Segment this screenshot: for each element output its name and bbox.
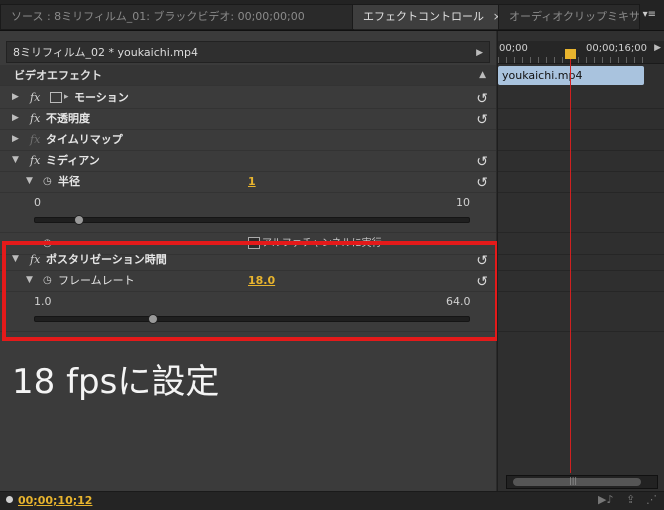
- framerate-label: フレームレート: [58, 274, 135, 287]
- ruler-start-time: 00;00: [499, 43, 528, 54]
- effect-row-median[interactable]: ▼ fx ミディアン ↺: [0, 150, 496, 172]
- video-effects-header: ビデオエフェクト ▲: [0, 65, 496, 86]
- radius-min: 0: [34, 196, 41, 209]
- reset-icon[interactable]: ↺: [476, 89, 488, 110]
- disclosure-down-icon[interactable]: ▼: [12, 249, 19, 270]
- tab-source[interactable]: ソース : 8ミリフィルム_01: ブラックビデオ: 00;00;00;00: [0, 4, 354, 30]
- fx-icon: fx: [30, 133, 41, 146]
- effect-row-posterize-time[interactable]: ▼ fx ポスタリゼーション時間 ↺: [0, 249, 496, 271]
- disclosure-right-icon[interactable]: ▶: [12, 129, 19, 150]
- effect-row-time-remap[interactable]: ▶ fx タイムリマップ: [0, 129, 496, 151]
- effect-controls-panel: 8ミリフィルム_02 * youkaichi.mp4 ▶ ビデオエフェクト ▲ …: [0, 31, 496, 491]
- annotation-caption: 18 fpsに設定: [12, 362, 220, 402]
- timeline-row: [498, 291, 664, 332]
- disclosure-down-icon[interactable]: ▼: [26, 171, 33, 192]
- timeline-row: [498, 87, 664, 109]
- export-icon[interactable]: ⇪: [626, 493, 635, 506]
- fx-icon[interactable]: fx: [30, 150, 40, 171]
- timeline-row: [498, 249, 664, 271]
- framerate-value[interactable]: 18.0: [248, 270, 275, 291]
- timeline-row: [498, 150, 664, 172]
- playhead-handle[interactable]: [565, 49, 576, 59]
- framerate-min: 1.0: [34, 295, 52, 308]
- transform-box-icon[interactable]: [50, 92, 62, 103]
- timeline-row: [498, 270, 664, 292]
- current-timecode[interactable]: 00;00;10;12: [18, 494, 92, 507]
- reset-icon[interactable]: ↺: [476, 110, 488, 131]
- panel-menu-icon[interactable]: ▾≡: [643, 9, 656, 20]
- framerate-slider-row: 1.0 64.0: [0, 291, 496, 332]
- playhead-indicator-icon: [6, 496, 13, 503]
- tab-effect-controls-label: エフェクトコントロール: [363, 10, 484, 23]
- collapse-arrow-icon[interactable]: ▲: [479, 65, 486, 86]
- opacity-label: 不透明度: [46, 112, 90, 125]
- framerate-slider[interactable]: [34, 314, 470, 324]
- status-bar: 00;00;10;12 ▶♪ ⇪ ⋰: [0, 491, 664, 510]
- radius-slider-thumb[interactable]: [74, 215, 85, 225]
- resize-grip-icon[interactable]: ⋰: [646, 493, 657, 506]
- disclosure-down-icon[interactable]: ▼: [26, 270, 33, 291]
- timeline-row: [498, 171, 664, 193]
- reset-icon[interactable]: ↺: [476, 251, 488, 272]
- time-ruler[interactable]: 00;00 00;00;16;00 ▶: [498, 41, 664, 64]
- framerate-param-row: ▼ ◷ フレームレート 18.0 ↺: [0, 270, 496, 292]
- stopwatch-icon[interactable]: ◷: [43, 171, 52, 192]
- median-label: ミディアン: [46, 154, 100, 167]
- framerate-slider-thumb[interactable]: [148, 314, 159, 324]
- fx-icon[interactable]: fx: [30, 87, 40, 108]
- ruler-end-time: 00;00;16;00: [585, 43, 647, 54]
- reset-icon[interactable]: ↺: [476, 152, 488, 173]
- clip-title-bar: 8ミリフィルム_02 * youkaichi.mp4 ▶: [6, 41, 490, 63]
- expand-arrow-icon[interactable]: ▶: [654, 43, 661, 53]
- effect-row-motion[interactable]: ▶ fx ▸ モーション ↺: [0, 87, 496, 109]
- clip-title: 8ミリフィルム_02 * youkaichi.mp4: [13, 46, 199, 59]
- time-remap-label: タイムリマップ: [46, 133, 123, 146]
- motion-label: モーション: [74, 91, 129, 104]
- timeline-row: [498, 129, 664, 151]
- pointer-icon: ▸: [64, 92, 69, 102]
- reset-icon[interactable]: ↺: [476, 272, 488, 293]
- expand-arrow-icon[interactable]: ▶: [476, 42, 483, 64]
- disclosure-right-icon[interactable]: ▶: [12, 87, 19, 108]
- timeline-scrollbar[interactable]: |||: [506, 475, 658, 489]
- alpha-channel-checkbox[interactable]: [248, 237, 260, 249]
- grip-icon: |||: [569, 476, 578, 485]
- reset-icon[interactable]: ↺: [476, 173, 488, 194]
- audio-play-icon[interactable]: ▶♪: [598, 493, 613, 506]
- radius-slider[interactable]: [34, 215, 470, 225]
- timeline-row: [498, 108, 664, 130]
- playhead-line[interactable]: [570, 53, 571, 473]
- tab-effect-controls[interactable]: エフェクトコントロール ×: [352, 4, 507, 29]
- framerate-max: 64.0: [446, 295, 471, 308]
- panel-tab-bar: ソース : 8ミリフィルム_01: ブラックビデオ: 00;00;00;00 エ…: [0, 0, 664, 31]
- effect-timeline-panel: 00;00 00;00;16;00 ▶ youkaichi.mp4 |||: [497, 31, 664, 491]
- disclosure-down-icon[interactable]: ▼: [12, 150, 19, 171]
- video-effects-label: ビデオエフェクト: [14, 69, 102, 82]
- timeline-clip[interactable]: youkaichi.mp4: [498, 66, 644, 85]
- fx-icon[interactable]: fx: [30, 249, 40, 270]
- tab-audio-clip-mixer[interactable]: オーディオクリップミキサー: [498, 4, 640, 30]
- disclosure-right-icon[interactable]: ▶: [12, 108, 19, 129]
- radius-max: 10: [456, 196, 470, 209]
- radius-label: 半径: [58, 175, 80, 188]
- posterize-time-label: ポスタリゼーション時間: [46, 253, 167, 266]
- timeline-row: [498, 192, 664, 233]
- radius-param-row: ▼ ◷ 半径 1 ↺: [0, 171, 496, 193]
- fx-icon[interactable]: fx: [30, 108, 40, 129]
- effect-row-opacity[interactable]: ▶ fx 不透明度 ↺: [0, 108, 496, 130]
- radius-value[interactable]: 1: [248, 171, 256, 192]
- radius-slider-row: 0 10: [0, 192, 496, 233]
- stopwatch-icon[interactable]: ◷: [43, 270, 52, 291]
